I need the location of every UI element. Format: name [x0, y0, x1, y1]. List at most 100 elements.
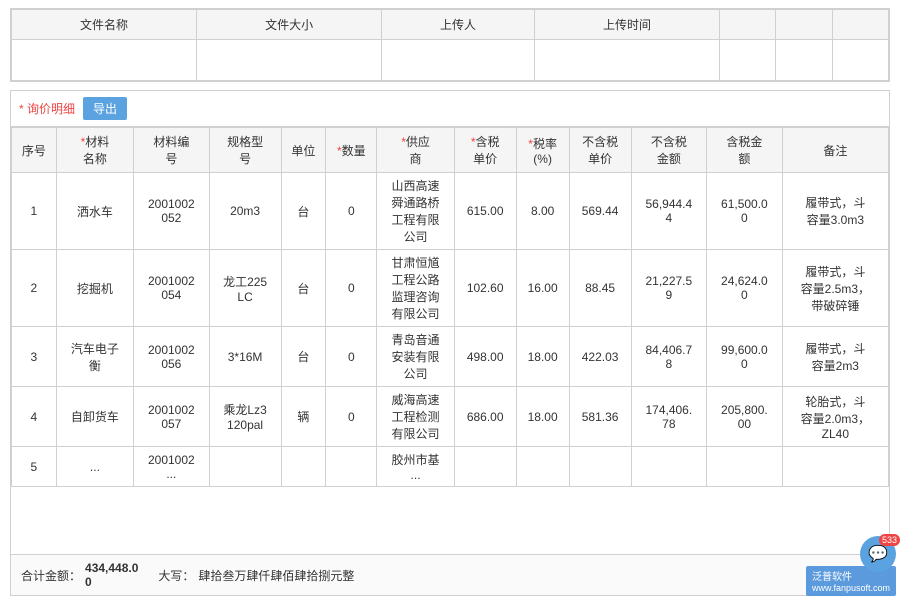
table-row: 2挖掘机2001002054龙工225LC台0甘肃恒馗工程公路监理咨询有限公司1… — [12, 250, 889, 327]
file-col-extra — [720, 10, 776, 40]
td-unit: 台 — [281, 173, 326, 250]
total-label: 合计金额： — [21, 567, 81, 584]
export-button[interactable]: 导出 — [83, 97, 127, 120]
td-seq: 5 — [12, 447, 57, 487]
watermark-text: 泛普软件 — [812, 572, 852, 583]
chat-icon: 💬 — [868, 544, 888, 564]
table-row: 3汽车电子衡20010020563*16M台0青岛音通安装有限公司498.001… — [12, 327, 889, 387]
td-notax-price: 581.36 — [569, 387, 631, 447]
td-tax-price: 102.60 — [454, 250, 516, 327]
file-table: 文件名称 文件大小 上传人 上传时间 — [11, 9, 889, 81]
watermark-url: www.fanpusoft.com — [812, 583, 890, 593]
daxie-value: 肆拾叁万肆仟肆佰肆拾捌元整 — [198, 567, 354, 584]
file-cell-3 — [382, 40, 535, 81]
th-notax-price: 不含税单价 — [569, 128, 631, 173]
th-remark: 备注 — [782, 128, 888, 173]
td-qty: 0 — [326, 250, 377, 327]
td-tax-price — [454, 447, 516, 487]
chat-badge: 533 — [879, 534, 900, 546]
td-notax-price: 88.45 — [569, 250, 631, 327]
td-supplier: 山西高速舜通路桥工程有限公司 — [377, 173, 454, 250]
th-tax-price: *含税单价 — [454, 128, 516, 173]
file-table-section: 文件名称 文件大小 上传人 上传时间 — [10, 8, 890, 82]
td-unit: 台 — [281, 250, 326, 327]
td-unit — [281, 447, 326, 487]
th-unit: 单位 — [281, 128, 326, 173]
data-table-wrapper[interactable]: 序号 *材料名称 材料编号 规格型号 单位 *数量 *供应商 *含税单价 *税率… — [11, 127, 889, 554]
td-tax-amount: 205,800.00 — [707, 387, 783, 447]
td-name: 汽车电子衡 — [56, 327, 133, 387]
td-code: 2001002054 — [134, 250, 210, 327]
td-supplier: 胶州市基... — [377, 447, 454, 487]
td-seq: 2 — [12, 250, 57, 327]
td-qty — [326, 447, 377, 487]
td-remark: 履带式，斗容量3.0m3 — [782, 173, 888, 250]
chat-bubble[interactable]: 💬 533 — [860, 536, 896, 572]
file-col-name: 文件名称 — [12, 10, 197, 40]
th-seq: 序号 — [12, 128, 57, 173]
file-col-extra2 — [776, 10, 832, 40]
td-qty: 0 — [326, 387, 377, 447]
file-empty-row — [12, 40, 889, 81]
th-supplier: *供应商 — [377, 128, 454, 173]
main-container: 文件名称 文件大小 上传人 上传时间 — [0, 0, 900, 600]
td-remark: 履带式，斗容量2m3 — [782, 327, 888, 387]
td-tax-rate: 18.00 — [516, 387, 569, 447]
table-row: 1洒水车200100205220m3台0山西高速舜通路桥工程有限公司615.00… — [12, 173, 889, 250]
td-code: 2001002... — [134, 447, 210, 487]
td-tax-amount — [707, 447, 783, 487]
td-tax-price: 686.00 — [454, 387, 516, 447]
file-cell-2 — [197, 40, 382, 81]
file-cell-7 — [832, 40, 888, 81]
td-notax-price: 569.44 — [569, 173, 631, 250]
td-remark: 轮胎式，斗容量2.0m3，ZL40 — [782, 387, 888, 447]
inquiry-header: * 询价明细 导出 — [11, 91, 889, 127]
th-notax-amount: 不含税金额 — [631, 128, 707, 173]
file-cell-6 — [776, 40, 832, 81]
td-notax-amount: 84,406.78 — [631, 327, 707, 387]
td-name: 洒水车 — [56, 173, 133, 250]
file-cell-4 — [534, 40, 719, 81]
td-qty: 0 — [326, 173, 377, 250]
footer-bar: 合计金额： 434,448.00 大写： 肆拾叁万肆仟肆佰肆拾捌元整 — [11, 554, 889, 595]
th-qty: *数量 — [326, 128, 377, 173]
td-supplier: 威海高速工程检测有限公司 — [377, 387, 454, 447]
td-code: 2001002052 — [134, 173, 210, 250]
file-col-time: 上传时间 — [534, 10, 719, 40]
td-spec — [209, 447, 281, 487]
file-col-uploader: 上传人 — [382, 10, 535, 40]
td-seq: 3 — [12, 327, 57, 387]
file-col-size: 文件大小 — [197, 10, 382, 40]
td-supplier: 青岛音通安装有限公司 — [377, 327, 454, 387]
table-body: 1洒水车200100205220m3台0山西高速舜通路桥工程有限公司615.00… — [12, 173, 889, 487]
td-tax-rate: 16.00 — [516, 250, 569, 327]
td-notax-amount: 174,406.78 — [631, 387, 707, 447]
td-spec: 3*16M — [209, 327, 281, 387]
td-tax-amount: 61,500.00 — [707, 173, 783, 250]
inquiry-section: * 询价明细 导出 序号 *材料名称 材料编号 规格型号 单位 *数量 *供应商… — [10, 90, 890, 596]
td-spec: 乘龙Lz3120pal — [209, 387, 281, 447]
td-remark — [782, 447, 888, 487]
td-spec: 龙工225LC — [209, 250, 281, 327]
td-name: ... — [56, 447, 133, 487]
file-col-extra3 — [832, 10, 888, 40]
td-notax-price — [569, 447, 631, 487]
table-row: 4自卸货车2001002057乘龙Lz3120pal辆0威海高速工程检测有限公司… — [12, 387, 889, 447]
td-remark: 履带式，斗容量2.5m3，带破碎锤 — [782, 250, 888, 327]
td-code: 2001002057 — [134, 387, 210, 447]
td-unit: 台 — [281, 327, 326, 387]
td-notax-amount: 56,944.44 — [631, 173, 707, 250]
table-header-row: 序号 *材料名称 材料编号 规格型号 单位 *数量 *供应商 *含税单价 *税率… — [12, 128, 889, 173]
daxie-label: 大写： — [158, 567, 194, 584]
th-code: 材料编号 — [134, 128, 210, 173]
td-name: 自卸货车 — [56, 387, 133, 447]
table-row: 5...2001002... 胶州市基... — [12, 447, 889, 487]
td-seq: 1 — [12, 173, 57, 250]
td-notax-amount — [631, 447, 707, 487]
td-name: 挖掘机 — [56, 250, 133, 327]
td-seq: 4 — [12, 387, 57, 447]
td-tax-rate: 18.00 — [516, 327, 569, 387]
td-notax-price: 422.03 — [569, 327, 631, 387]
th-spec: 规格型号 — [209, 128, 281, 173]
td-code: 2001002056 — [134, 327, 210, 387]
